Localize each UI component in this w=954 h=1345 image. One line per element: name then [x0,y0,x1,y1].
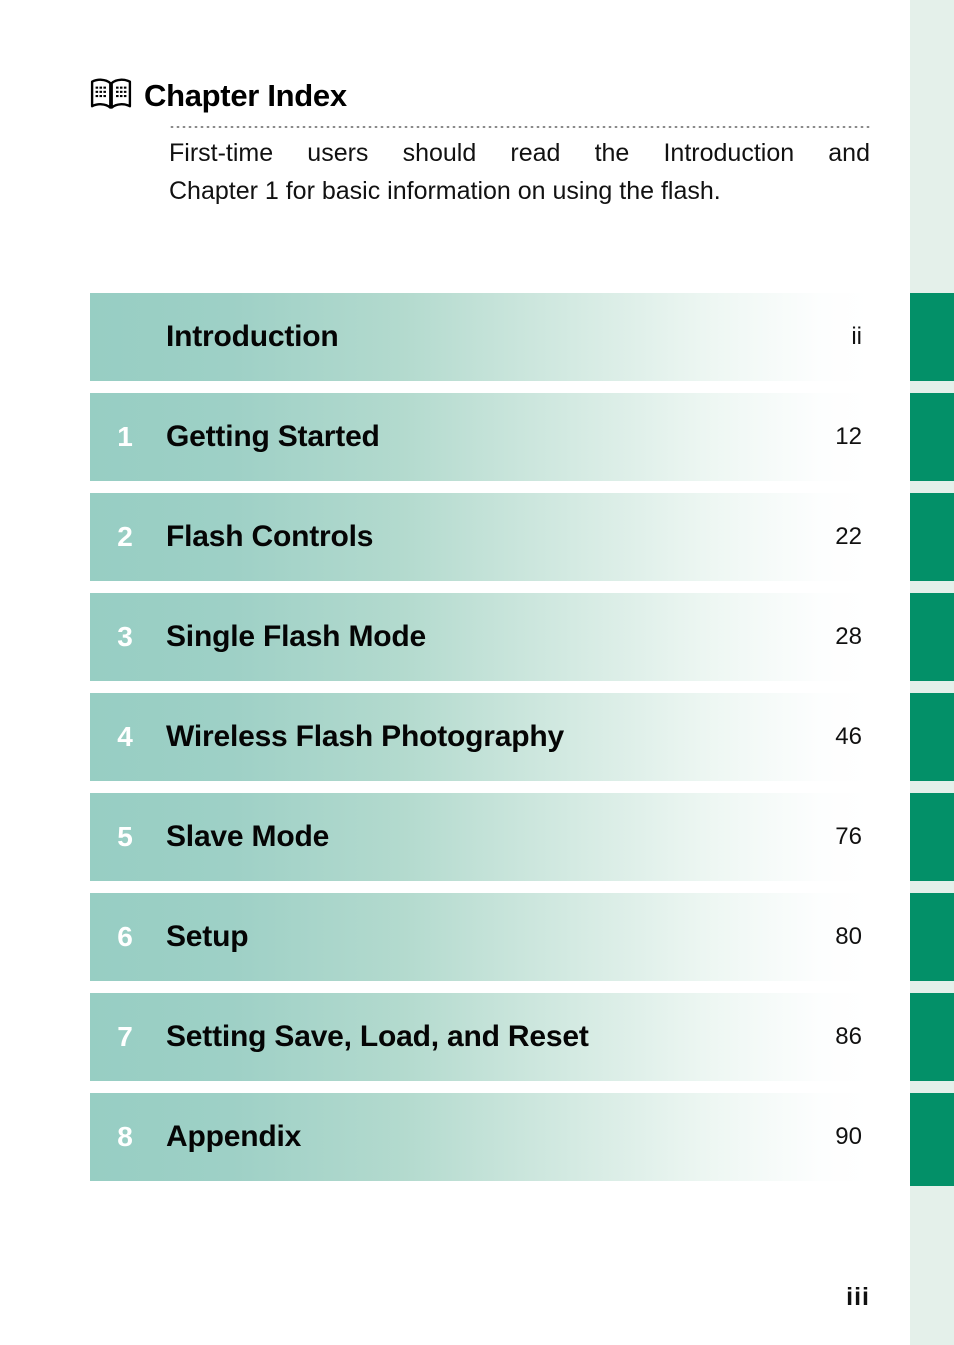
chapter-row[interactable]: 1 Getting Started 12 [90,393,870,481]
chapter-number: 7 [117,1021,133,1052]
tab-introduction[interactable] [910,293,954,381]
chapter-title: Single Flash Mode [166,620,426,653]
chapter-row[interactable]: 3 Single Flash Mode 28 [90,593,870,681]
chapter-number: 5 [117,821,133,852]
tab-chapter-3[interactable] [910,593,954,681]
chapter-number: 2 [117,521,133,552]
chapter-row[interactable]: 4 Wireless Flash Photography 46 [90,693,870,781]
chapter-index-header: Chapter Index First-time users should re… [90,78,870,205]
chapter-title: Slave Mode [166,820,330,853]
chapter-row[interactable]: 6 Setup 80 [90,893,870,981]
chapter-title: Appendix [166,1120,302,1153]
chapter-row[interactable]: 2 Flash Controls 22 [90,493,870,581]
chapter-number: 1 [117,421,133,452]
chapter-page-number: 76 [835,823,862,850]
header-row: Chapter Index [90,78,870,112]
chapter-page-number: 12 [835,423,862,450]
chapter-title: Wireless Flash Photography [166,720,564,753]
tab-chapter-8[interactable] [910,1093,954,1186]
chapter-row[interactable]: Introduction ii [90,293,870,381]
tab-chapter-4[interactable] [910,693,954,781]
chapter-number: 8 [117,1121,133,1152]
chapter-number: 4 [117,721,133,752]
chapter-title: Setting Save, Load, and Reset [166,1020,589,1053]
page-title: Chapter Index [144,77,347,113]
chapter-page-number: 28 [835,623,862,650]
chapter-title: Setup [166,920,249,953]
tab-chapter-7[interactable] [910,993,954,1081]
chapter-page-number: 90 [835,1123,862,1150]
tab-chapter-2[interactable] [910,493,954,581]
chapter-title: Flash Controls [166,520,374,553]
chapter-page-number: 46 [835,723,862,750]
tab-chapter-5[interactable] [910,793,954,881]
chapter-page-number: ii [851,323,862,350]
chapter-row[interactable]: 8 Appendix 90 [90,1093,870,1181]
chapter-row[interactable]: 5 Slave Mode 76 [90,793,870,881]
intro-line-2: Chapter 1 for basic information on using… [169,177,721,205]
chapter-row[interactable]: 7 Setting Save, Load, and Reset 86 [90,993,870,1081]
chapter-title: Introduction [166,320,339,353]
folio-page-number: iii [846,1283,870,1311]
tab-chapter-6[interactable] [910,893,954,981]
chapter-page-number: 80 [835,923,862,950]
chapter-number: 6 [117,921,133,952]
intro-line-1: First-time users should read the Introdu… [169,139,870,167]
page-body: Chapter Index First-time users should re… [0,0,910,1345]
chapter-number: 3 [117,621,133,652]
open-book-icon [90,78,132,109]
index-tab-strip [910,0,954,1345]
intro-paragraph: First-time users should read the Introdu… [169,134,870,210]
chapter-title: Getting Started [166,420,380,453]
chapter-page-number: 86 [835,1023,862,1050]
tab-chapter-1[interactable] [910,393,954,481]
chapter-page-number: 22 [835,523,862,550]
chapter-list: Introduction ii 1 Getting Started 12 2 Flash C… [90,293,870,1193]
title-divider [169,126,870,128]
